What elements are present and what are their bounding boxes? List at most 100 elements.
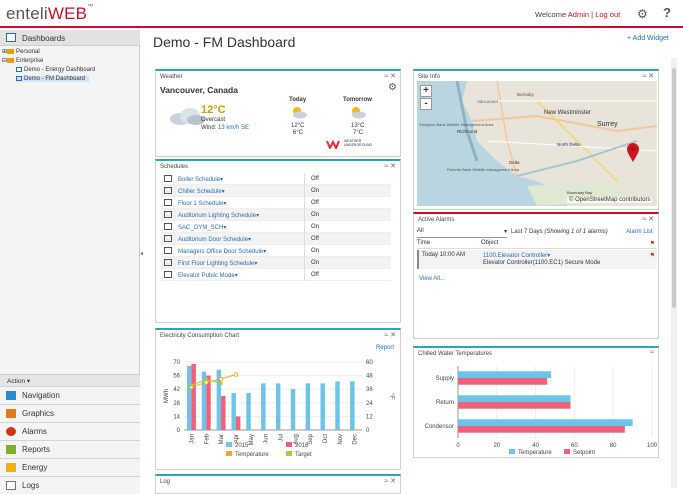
report-link[interactable]: Report [376,345,394,351]
nav-label: Graphics [22,409,55,418]
view-all-link[interactable]: View All... [419,276,445,282]
map-place-label: Boundary Bay [567,190,592,195]
action-menu[interactable]: Action ▾ [0,374,140,386]
schedule-row[interactable]: First Floor Lighting Schedule▾ On [161,257,391,269]
chevron-down-icon: ▾ [263,249,267,255]
dashboards-header[interactable]: Dashboards [0,30,140,46]
chevron-down-icon: ▾ [220,177,224,183]
widget-controls[interactable]: ≈ ✕ [642,215,654,223]
x-tick-label: Mar [219,434,225,444]
column-divider [304,173,305,185]
gear-icon[interactable]: ⚙ [637,7,648,21]
widget-controls[interactable]: ≈ ✕ [384,72,396,80]
nav-label: Navigation [22,391,60,400]
schedule-row[interactable]: Managers Office Door Schedule▾ On [161,245,391,257]
schedule-icon [164,271,172,278]
x-tick-label: Oct [323,434,329,444]
schedule-name[interactable]: SAC_GYM_SCH▾ [178,224,226,231]
nav-alarms[interactable]: Alarms [0,422,140,440]
help-icon[interactable]: ? [663,5,671,20]
weather-settings-icon[interactable]: ⚙ [388,82,397,93]
today-low: 6°C [293,130,304,136]
alarm-object-link[interactable]: 1100.Elevator Controller▾ [483,252,550,259]
col-time: Time [417,240,431,246]
alarm-row[interactable]: Today 10:00 AM 1100.Elevator Controller▾… [417,250,657,269]
y2-axis-label: °F [388,393,394,399]
brand-line2: UNDERGROUND [344,143,372,147]
tree-item-fm-dashboard[interactable]: Demo - FM Dashboard [16,76,90,83]
user-link[interactable]: Admin [568,10,589,19]
main-scrollbar[interactable] [671,58,677,488]
x-tick-label: Jun [264,434,270,444]
nav-energy[interactable]: Energy [0,458,140,476]
legend-label-setpoint: Setpoint [573,450,595,456]
map-zoom-out-button[interactable]: - [420,98,432,110]
alarm-flag-icon[interactable]: ⚑ [650,252,655,259]
map-attribution[interactable]: © OpenStreetMap contributors [567,197,653,203]
widget-controls[interactable]: ≈ ✕ [384,162,396,170]
nav-reports[interactable]: Reports [0,440,140,458]
dashboard-icon [16,76,22,81]
schedule-name[interactable]: Boiler Schedule▾ [178,176,223,183]
y-tick-label: Supply [436,376,454,382]
schedule-row[interactable]: Auditorium Door Schedule▾ Off [161,233,391,245]
range-text: Last 7 Days [511,229,543,235]
schedule-name[interactable]: Managers Office Door Schedule▾ [178,248,266,255]
top-bar: enteliWEB™ Welcome Admin | Log out ⚙ ? [0,0,683,28]
x-tick-label: Feb [204,433,210,444]
schedule-name[interactable]: Floor 1 Schedule▾ [178,200,226,207]
alarm-list-link[interactable]: Alarm List [626,229,653,235]
y-tick-label: 14 [173,414,180,420]
y2-tick-label: 0 [366,428,370,434]
legend-label-temperature: Temperature [518,450,552,456]
schedule-row[interactable]: Boiler Schedule▾ Off [161,173,391,185]
schedule-name[interactable]: First Floor Lighting Schedule▾ [178,260,257,267]
schedule-state: On [311,224,320,230]
schedule-row[interactable]: Floor 1 Schedule▾ Off [161,197,391,209]
schedule-name[interactable]: Auditorium Door Schedule▾ [178,236,251,243]
schedule-row[interactable]: Auditorium Lighting Schedule▾ On [161,209,391,221]
logo-tm: ™ [87,4,94,10]
schedule-icon [164,187,172,194]
schedule-row[interactable]: SAC_GYM_SCH▾ On [161,221,391,233]
schedule-state: On [311,188,320,194]
alarm-object: 1100.Elevator Controller [483,253,548,259]
scrollbar-thumb[interactable] [672,68,676,308]
column-divider [304,257,305,269]
schedule-name[interactable]: Elevator Public Mode▾ [178,272,238,279]
y-tick-label: 0 [177,428,181,434]
widget-controls[interactable]: ≈ ✕ [642,72,654,80]
add-widget-button[interactable]: + Add Widget [627,35,669,42]
schedule-row[interactable]: Chiller Schedule▾ On [161,185,391,197]
tree-item-personal[interactable]: ⊞ Personal [2,48,40,55]
widget-title: Schedules [160,164,189,170]
widget-controls[interactable]: ≈ ✕ [384,477,396,485]
legend-swatch-2015 [226,442,232,447]
logout-link[interactable]: Log out [595,10,620,19]
tree-item-enterprise[interactable]: ⊟ Enterprise [2,57,43,64]
widget-controls[interactable]: ≈ [650,349,654,356]
schedule-name[interactable]: Chiller Schedule▾ [178,188,225,195]
nav-graphics[interactable]: Graphics [0,404,140,422]
folder-icon [7,48,15,54]
alarm-time: Today 10:00 AM [422,252,466,258]
map-marker-icon[interactable] [626,143,640,163]
app-logo[interactable]: enteliWEB™ [6,4,93,24]
nav-navigation[interactable]: Navigation [0,386,140,404]
schedule-row[interactable]: Elevator Public Mode▾ Off [161,269,391,281]
map-place-label: Roberts Bank Wildlife Management Area [447,167,520,172]
weather-brand: WEATHER UNDERGROUND [344,139,372,147]
schedule-name[interactable]: Auditorium Lighting Schedule▾ [178,212,259,219]
cloud-icon [170,108,205,125]
chevron-down-icon: ▾ [547,253,551,259]
tree-item-energy-dashboard[interactable]: Demo - Energy Dashboard [16,67,95,73]
schedule-name-text: Elevator Public Mode [178,273,235,279]
dashboard-icon [16,67,22,72]
map-zoom-in-button[interactable]: + [420,85,432,97]
nav-logs[interactable]: Logs [0,476,140,494]
site-map[interactable]: Vancouver New Westminster Surrey Burnaby… [417,81,657,206]
alarm-filter-select[interactable]: All ▾ [417,228,507,238]
schedule-state: Off [311,200,319,206]
widget-controls[interactable]: ≈ ✕ [384,331,396,339]
collapse-sidebar-handle[interactable]: ◂ [140,250,146,264]
